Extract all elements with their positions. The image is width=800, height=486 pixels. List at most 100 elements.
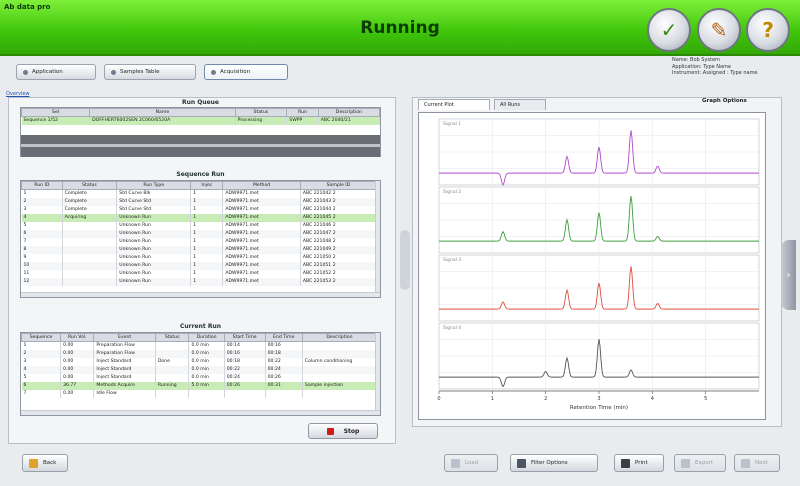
column-header[interactable]: Sequence xyxy=(20,333,62,342)
table-cell: 5.0 min xyxy=(188,381,225,390)
column-header[interactable]: Event xyxy=(93,333,156,342)
table-cell: 6 xyxy=(21,381,62,390)
column-header[interactable]: End Time xyxy=(264,333,303,342)
run-queue-table[interactable]: Sel Name Status Run Description Sequence 1/5… xyxy=(20,107,381,157)
table-cell: 1 xyxy=(190,269,224,278)
table-cell: 5 xyxy=(21,221,63,230)
tools-button[interactable]: ✎ xyxy=(697,8,741,52)
table-cell: ABC 221045 2 xyxy=(300,213,378,222)
horizontal-scrollbar[interactable] xyxy=(21,292,380,297)
sequence-run-table[interactable]: Run ID Status Run Type Injec Method Sample ID… xyxy=(20,180,381,298)
table-row[interactable]: 7 Unknown Run 1 ADW9971.met ABC 221048 2 xyxy=(21,237,378,246)
column-header[interactable]: Description xyxy=(301,333,378,342)
column-header[interactable]: Status xyxy=(154,333,190,342)
x-tick-label: 3 xyxy=(597,396,600,402)
table-row[interactable]: 7 0.00 Idle Flow xyxy=(21,389,378,398)
table-cell: ABC 221053 2 xyxy=(300,277,378,286)
column-header[interactable]: Sample ID xyxy=(299,181,378,190)
table-row[interactable]: 3 0.00 Inject Standard Done 0.0 min 00:18 00:2… xyxy=(21,357,378,366)
table-cell: 1 xyxy=(190,205,224,214)
table-row[interactable]: 2 0.00 Preparation Flow 0.0 min 00:16 00:18 xyxy=(21,349,378,358)
table-row[interactable]: 2 Complete Std Curve Std 1 ADW9971.met ABC 22… xyxy=(21,197,378,206)
vertical-scrollbar[interactable] xyxy=(375,181,380,297)
column-header[interactable]: Sel xyxy=(20,108,91,117)
table-row[interactable]: 4 Acquiring Unknown Run 1 ADW9971.met ABC 221… xyxy=(21,213,378,222)
filter-options-button[interactable]: Filter Options xyxy=(510,454,598,472)
wizard-button[interactable]: ✓ xyxy=(647,8,691,52)
table-cell xyxy=(62,221,118,230)
vertical-scrollbar[interactable] xyxy=(375,333,380,415)
table-row[interactable]: 8 Unknown Run 1 ADW9971.met ABC 221049 2 xyxy=(21,245,378,254)
load-label: Load xyxy=(465,460,479,466)
table-cell: 00:14 xyxy=(224,341,266,350)
pencil-icon: ✎ xyxy=(710,18,728,42)
print-button[interactable]: Print xyxy=(614,454,664,472)
table-row[interactable]: 6 Unknown Run 1 ADW9971.met ABC 221047 2 xyxy=(21,229,378,238)
table-row[interactable]: 1 0.00 Preparation Flow 0.0 min 00:14 00:16 xyxy=(21,341,378,350)
next-button[interactable]: Next xyxy=(734,454,780,472)
table-cell: 3 xyxy=(21,357,62,366)
table-row[interactable]: 10 Unknown Run 1 ADW9971.met ABC 221051 2 xyxy=(21,261,378,270)
tab-acquisition[interactable]: Acquisition xyxy=(204,64,288,80)
panel-label: Signal 4 xyxy=(443,325,461,331)
tab-application[interactable]: Application xyxy=(16,64,96,80)
table-cell: 1 xyxy=(190,197,224,206)
table-cell xyxy=(155,373,190,382)
graph-options-link[interactable]: Graph Options xyxy=(702,98,747,104)
table-row[interactable]: 9 Unknown Run 1 ADW9971.met ABC 221050 2 xyxy=(21,253,378,262)
table-cell: ADW9971.met xyxy=(222,221,301,230)
expand-right-handle[interactable]: › xyxy=(781,240,796,310)
table-row[interactable]: 5 Unknown Run 1 ADW9971.met ABC 221046 2 xyxy=(21,221,378,230)
table-cell: 0.00 xyxy=(60,373,95,382)
column-header[interactable]: Run Type xyxy=(116,181,192,190)
table-cell: Preparation Flow xyxy=(93,349,156,358)
column-header[interactable]: Duration xyxy=(188,333,225,342)
table-cell: 12 xyxy=(21,277,63,286)
table-cell: ABC 221043 2 xyxy=(300,197,378,206)
tab-all-runs[interactable]: All Runs xyxy=(494,99,546,110)
table-cell: 00:18 xyxy=(224,357,266,366)
collapse-left-handle[interactable] xyxy=(400,230,410,290)
tab-samples-table[interactable]: Samples Table xyxy=(104,64,196,80)
table-cell: Preparation Flow xyxy=(93,341,156,350)
table-cell: 0.0 min xyxy=(188,365,225,374)
table-row[interactable]: 5 0.00 Inject Standard 0.0 min 00:24 00:26 xyxy=(21,373,378,382)
current-run-table[interactable]: Sequence Run Vol. Event Status Duration Start… xyxy=(20,332,381,416)
column-header[interactable]: Injec xyxy=(190,181,224,190)
column-header[interactable]: Status xyxy=(61,181,118,190)
column-header[interactable]: Description xyxy=(317,108,381,117)
table-row[interactable]: 12 Unknown Run 1 ADW9971.met ABC 221053 2 xyxy=(21,277,378,286)
table-row[interactable]: 4 0.00 Inject Standard 0.0 min 00:22 00:24 xyxy=(21,365,378,374)
table-cell: 8 xyxy=(21,245,63,254)
stop-button[interactable]: Stop xyxy=(308,423,378,439)
column-header[interactable]: Start Time xyxy=(223,333,266,342)
table-row[interactable]: 11 Unknown Run 1 ADW9971.met ABC 221052 2 xyxy=(21,269,378,278)
back-button[interactable]: Back xyxy=(22,454,68,472)
table-cell: 3 xyxy=(21,205,63,214)
horizontal-scrollbar[interactable] xyxy=(21,410,380,415)
chromatogram-chart[interactable]: Signal 1 Signal 2 Signal 3 Signal 4 0 1 2 3 4 5 Re… xyxy=(418,112,766,420)
table-cell: 36.77 xyxy=(60,381,95,390)
load-button[interactable]: Load xyxy=(444,454,498,472)
column-header[interactable]: Run xyxy=(286,108,319,117)
column-header[interactable]: Run Vol. xyxy=(60,333,95,342)
table-cell: Complete xyxy=(62,205,118,214)
table-cell: 7 xyxy=(21,237,63,246)
tab-current-plot[interactable]: Current Plot xyxy=(418,99,490,110)
bullet-icon xyxy=(23,69,28,75)
help-button[interactable]: ? xyxy=(746,8,790,52)
column-header[interactable]: Method xyxy=(222,181,301,190)
column-header[interactable]: Name xyxy=(89,108,236,117)
stop-label: Stop xyxy=(343,427,360,435)
table-cell: 0.00 xyxy=(60,349,95,358)
table-cell: 0.00 xyxy=(60,365,95,374)
column-header[interactable]: Run ID xyxy=(21,181,63,190)
table-cell: Unknown Run xyxy=(116,245,192,254)
column-header[interactable]: Status xyxy=(234,108,288,117)
table-row[interactable]: 6 36.77 Methods Acquire Running 5.0 min 00:26… xyxy=(21,381,378,390)
export-button[interactable]: Export xyxy=(674,454,726,472)
table-row[interactable]: 1 Complete Std Curve Blk 1 ADW9971.met ABC 22… xyxy=(21,189,378,198)
table-row[interactable]: Sequence 1/52 DOFFHERT6002SEN 2C060/6520A… xyxy=(21,116,381,125)
table-row[interactable]: 3 Complete Std Curve Std 1 ADW9971.met ABC 22… xyxy=(21,205,378,214)
table-cell xyxy=(302,389,378,398)
